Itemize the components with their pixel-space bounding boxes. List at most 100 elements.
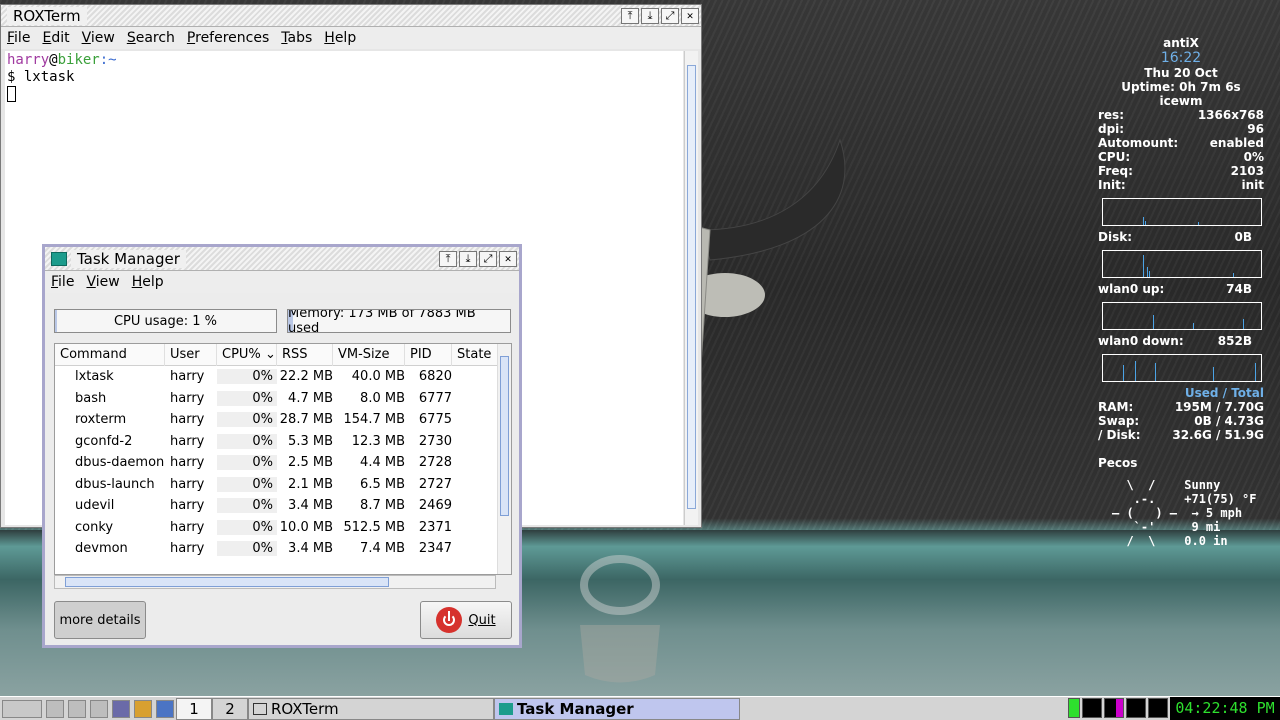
process-table-vscrollbar[interactable] [497, 344, 511, 574]
menu-file[interactable]: File [45, 274, 80, 290]
browser-icon[interactable] [112, 699, 130, 718]
menu-tabs[interactable]: Tabs [275, 30, 318, 46]
quit-button[interactable]: Quit [420, 601, 512, 639]
process-pid: 2469 [418, 498, 452, 514]
column-pid[interactable]: PID [405, 344, 452, 366]
process-table-hscrollbar[interactable] [54, 575, 496, 589]
menu-help[interactable]: Help [318, 30, 362, 46]
close-icon[interactable]: ✕ [499, 250, 517, 267]
process-rss: 5.3 MB [288, 433, 333, 449]
task-manager-window[interactable]: Task Manager ⤒ ⤓ ⤢ ✕ File View Help CPU … [42, 244, 522, 648]
table-row[interactable]: dbus-daemon harry 0% 2.5 MB 4.4 MB 2728 [55, 452, 511, 474]
chrome-icon[interactable] [134, 699, 152, 718]
process-pid: 6775 [418, 412, 452, 428]
process-cpu: 0% [217, 412, 277, 428]
maximize-icon[interactable]: ⤢ [661, 7, 679, 24]
rollup-icon[interactable]: ⤒ [621, 7, 639, 24]
menu-edit[interactable]: Edit [36, 30, 75, 46]
conky-stat-key: Freq: [1098, 164, 1133, 178]
column-command[interactable]: Command [55, 344, 165, 366]
close-icon[interactable]: ✕ [681, 7, 699, 24]
taskbar-task-manager[interactable]: Task Manager [494, 697, 740, 720]
minimize-icon[interactable]: ⤓ [641, 7, 659, 24]
vscrollbar-thumb[interactable] [500, 356, 509, 516]
menu-view[interactable]: View [80, 274, 125, 290]
process-table[interactable]: Command User CPU% ⌄ RSS VM-Size PID Stat… [54, 343, 512, 575]
process-rss: 2.5 MB [288, 455, 333, 471]
wlan-up-value: 74B [1226, 282, 1252, 296]
terminal-scrollbar[interactable] [684, 51, 698, 525]
hscrollbar-thumb[interactable] [65, 577, 389, 587]
table-row[interactable]: gconfd-2 harry 0% 5.3 MB 12.3 MB 2730 [55, 431, 511, 453]
icewm-start-icon[interactable] [2, 699, 42, 718]
process-command: udevil [75, 498, 115, 514]
conky-stat-row: res: 1366x768 [1098, 108, 1264, 122]
table-row[interactable]: conky harry 0% 10.0 MB 512.5 MB 2371 [55, 517, 511, 539]
weather-location: Pecos [1098, 456, 1138, 470]
menu-view[interactable]: View [76, 30, 121, 46]
column-vm-size[interactable]: VM-Size [333, 344, 405, 366]
minimize-icon[interactable]: ⤓ [459, 250, 477, 267]
roxterm-titlebar[interactable]: ROXTerm ⤒ ⤓ ⤢ ✕ [1, 5, 701, 27]
cpu-monitor-icon [1068, 698, 1080, 718]
column-cpu-label: CPU% [222, 346, 261, 362]
table-row[interactable]: devmon harry 0% 3.4 MB 7.4 MB 2347 [55, 538, 511, 560]
workspace-2[interactable]: 2 [212, 697, 248, 720]
taskbar-roxterm-label: ROXTerm [271, 699, 339, 718]
conky-usage-value: 0B / 4.73G [1194, 414, 1264, 428]
table-row[interactable]: dbus-launch harry 0% 2.1 MB 6.5 MB 2727 [55, 474, 511, 496]
taskbar-clock[interactable]: 04:22:48 PM [1170, 697, 1280, 720]
show-desktop-icon[interactable] [46, 699, 64, 718]
column-user[interactable]: User [165, 344, 217, 366]
table-row[interactable]: roxterm harry 0% 28.7 MB 154.7 MB 6775 [55, 409, 511, 431]
workspace-1[interactable]: 1 [176, 697, 212, 720]
conky-distro: antiX [1163, 36, 1199, 50]
weather-line: / \ 0.0 in [1112, 534, 1228, 548]
file-manager-icon[interactable] [68, 699, 86, 718]
conky-stat-key: dpi: [1098, 122, 1125, 136]
process-pid: 6820 [418, 369, 452, 385]
process-vm-size: 7.4 MB [360, 541, 405, 557]
conky-stat-row: Automount: enabled [1098, 136, 1264, 150]
taskbar-roxterm[interactable]: ROXTerm [248, 697, 494, 720]
terminal-launcher-icon[interactable] [90, 699, 108, 718]
column-state[interactable]: State [452, 344, 498, 366]
process-vm-size: 4.4 MB [360, 455, 405, 471]
conky-usage-row: RAM: 195M / 7.70G [1098, 400, 1264, 414]
process-user: harry [170, 433, 205, 449]
cpu-graph [1102, 198, 1262, 226]
taskmgr-titlebar[interactable]: Task Manager ⤒ ⤓ ⤢ ✕ [45, 247, 519, 271]
menu-search[interactable]: Search [121, 30, 181, 46]
taskmgr-title: Task Manager [71, 249, 186, 268]
process-cpu: 0% [217, 369, 277, 385]
column-rss[interactable]: RSS [277, 344, 333, 366]
table-row[interactable]: lxtask harry 0% 22.2 MB 40.0 MB 6820 [55, 366, 511, 388]
rollup-icon[interactable]: ⤒ [439, 250, 457, 267]
table-row[interactable]: udevil harry 0% 3.4 MB 8.7 MB 2469 [55, 495, 511, 517]
terminal-scrollbar-thumb[interactable] [687, 65, 696, 509]
conky-stat-value: 1366x768 [1197, 108, 1264, 122]
process-cpu: 0% [217, 390, 277, 406]
net-monitor-icon [1082, 698, 1102, 718]
process-user: harry [170, 498, 205, 514]
process-user: harry [170, 455, 205, 471]
wlan-down-label: wlan0 down: [1098, 334, 1184, 348]
more-details-button[interactable]: more details [54, 601, 146, 639]
power-icon [436, 607, 463, 633]
menu-preferences[interactable]: Preferences [181, 30, 275, 46]
process-command: bash [75, 390, 107, 406]
table-row[interactable]: bash harry 0% 4.7 MB 8.0 MB 6777 [55, 388, 511, 410]
menu-file[interactable]: File [1, 30, 36, 46]
column-cpu[interactable]: CPU% ⌄ [217, 344, 277, 366]
cpu-usage-label: CPU usage: 1 % [113, 313, 218, 329]
conky-stat-row: dpi: 96 [1098, 122, 1264, 136]
conky-stats: res: 1366x768 dpi: 96 Automount: enabled CPU: 0… [1098, 108, 1264, 192]
menu-help[interactable]: Help [126, 274, 170, 290]
conky-stat-value: 96 [1247, 122, 1264, 136]
conky-usage-key: / Disk: [1098, 428, 1141, 442]
maximize-icon[interactable]: ⤢ [479, 250, 497, 267]
disk-graph [1102, 250, 1262, 278]
bluetooth-icon[interactable] [156, 699, 174, 718]
cpu-usage-bar: CPU usage: 1 % [54, 309, 277, 333]
weather-line: .-. +71(75) °F [1112, 492, 1257, 506]
